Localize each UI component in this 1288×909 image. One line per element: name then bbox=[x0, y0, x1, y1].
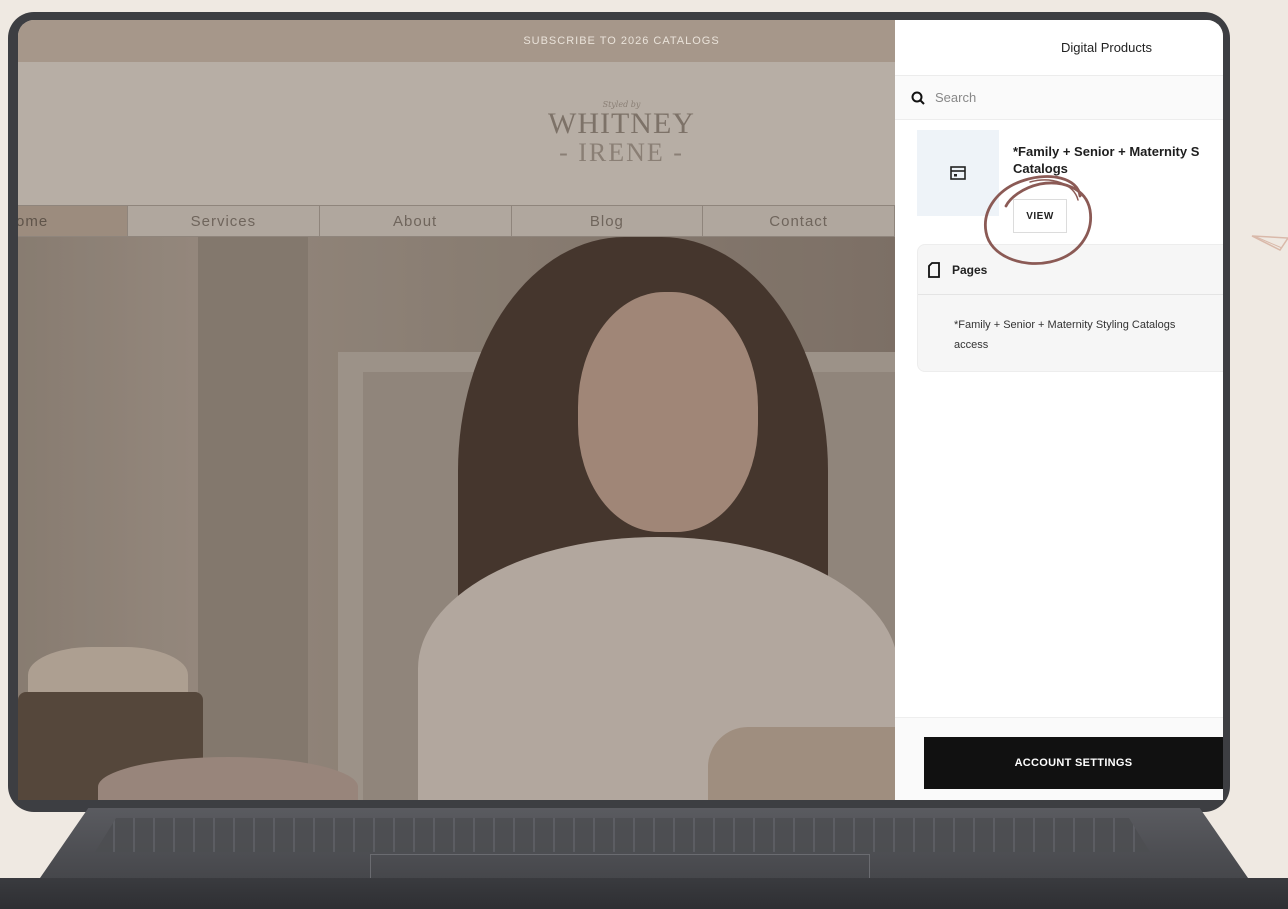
nav-item-label: Blog bbox=[589, 212, 624, 230]
pages-item-line1: *Family + Senior + Maternity Styling Cat… bbox=[954, 319, 1176, 331]
hero-overlay bbox=[18, 237, 895, 800]
nav-item-home[interactable]: ome bbox=[18, 206, 128, 236]
product-title-line1: *Family + Senior + Maternity S bbox=[1013, 144, 1200, 159]
logo-subname: - IRENE - bbox=[559, 138, 684, 167]
pages-item-line2: access bbox=[954, 339, 989, 351]
logo-name[interactable]: WHITNEY bbox=[548, 109, 695, 139]
nav-item-contact[interactable]: Contact bbox=[703, 206, 895, 236]
product-title-line2: Catalogs bbox=[1013, 161, 1068, 176]
laptop-front-edge bbox=[0, 878, 1288, 909]
laptop-trackpad bbox=[370, 854, 870, 878]
pages-header[interactable]: Pages bbox=[918, 245, 1223, 295]
catalog-icon bbox=[950, 166, 966, 180]
arrow-doodle-icon bbox=[1251, 235, 1288, 251]
laptop-keyboard bbox=[95, 818, 1150, 852]
nav-item-about[interactable]: About bbox=[320, 206, 512, 236]
main-nav: ome Services About Blog Contact bbox=[18, 205, 895, 237]
nav-item-label: ome bbox=[18, 212, 49, 230]
page-icon bbox=[928, 261, 940, 278]
view-button[interactable]: VIEW bbox=[1013, 199, 1067, 233]
account-settings-button[interactable]: ACCOUNT SETTINGS bbox=[924, 737, 1223, 789]
pages-list-item[interactable]: *Family + Senior + Maternity Styling Cat… bbox=[918, 295, 1223, 355]
digital-products-panel: Digital Products Search *Family + Senior… bbox=[895, 20, 1223, 800]
pages-section: Pages *Family + Senior + Maternity Styli… bbox=[917, 244, 1223, 372]
laptop-screen: SUBSCRIBE TO 2026 CATALOGS Styled by WHI… bbox=[18, 20, 1223, 800]
nav-item-blog[interactable]: Blog bbox=[512, 206, 704, 236]
nav-item-label: Services bbox=[190, 212, 257, 230]
nav-item-label: About bbox=[393, 212, 438, 230]
search-icon bbox=[911, 91, 925, 105]
search-input[interactable]: Search bbox=[895, 76, 1223, 120]
product-title[interactable]: *Family + Senior + Maternity S Catalogs bbox=[1013, 143, 1223, 177]
hero-photo bbox=[18, 237, 895, 800]
panel-footer: ACCOUNT SETTINGS bbox=[895, 717, 1223, 800]
announcement-bar[interactable]: SUBSCRIBE TO 2026 CATALOGS bbox=[18, 20, 895, 62]
pages-heading: Pages bbox=[952, 262, 988, 277]
announcement-text: SUBSCRIBE TO 2026 CATALOGS bbox=[523, 35, 720, 47]
website: SUBSCRIBE TO 2026 CATALOGS Styled by WHI… bbox=[18, 20, 895, 800]
nav-item-label: Contact bbox=[769, 212, 828, 230]
laptop-base bbox=[0, 800, 1288, 909]
site-header: Styled by WHITNEY - IRENE - bbox=[18, 62, 895, 205]
panel-title: Digital Products bbox=[895, 20, 1223, 76]
search-placeholder: Search bbox=[935, 90, 977, 105]
nav-item-services[interactable]: Services bbox=[128, 206, 320, 236]
product-thumbnail[interactable] bbox=[917, 130, 999, 216]
